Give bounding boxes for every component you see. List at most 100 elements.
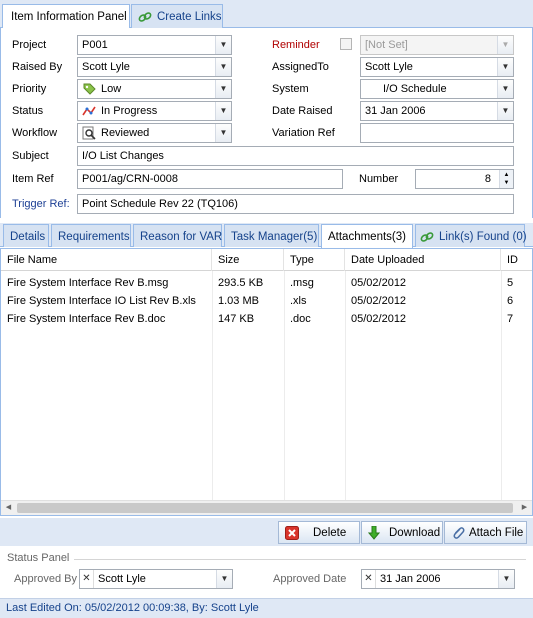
scroll-left-icon[interactable]: ◀ xyxy=(1,501,16,515)
tab-attachments[interactable]: Attachments(3) xyxy=(321,224,413,248)
date-raised-value: 31 Jan 2006 xyxy=(365,105,426,117)
tab-label: Details xyxy=(10,231,46,243)
chevron-down-icon[interactable]: ▼ xyxy=(215,80,231,98)
tab-create-links[interactable]: Create Links xyxy=(131,4,223,28)
tab-details[interactable]: Details xyxy=(3,224,49,247)
chevron-down-icon[interactable]: ▼ xyxy=(498,570,514,588)
grid-header: File Name Size Type Date Uploaded ID xyxy=(1,249,532,271)
status-bar: Last Edited On: 05/02/2012 00:09:38, By:… xyxy=(0,598,533,618)
reminder-checkbox[interactable] xyxy=(340,38,352,50)
reminder-combo[interactable]: [Not Set] ▼ xyxy=(360,35,514,55)
project-value: P001 xyxy=(82,39,108,51)
column-header-type[interactable]: Type xyxy=(284,249,345,271)
progress-chart-icon xyxy=(82,106,96,116)
cell-date-uploaded: 05/02/2012 xyxy=(351,313,407,325)
cell-type: .msg xyxy=(290,277,314,289)
cell-size: 147 KB xyxy=(218,313,255,325)
column-header-date-uploaded[interactable]: Date Uploaded xyxy=(345,249,501,271)
tab-links-found[interactable]: Link(s) Found (0) xyxy=(415,224,527,247)
approved-by-combo[interactable]: ✕ Scott Lyle ▼ xyxy=(79,569,233,589)
table-row[interactable]: Fire System Interface Rev B.msg 293.5 KB… xyxy=(1,274,532,292)
scrollbar-thumb[interactable] xyxy=(17,503,513,513)
approved-date-label: Approved Date xyxy=(273,573,347,585)
delete-label: Delete xyxy=(313,527,347,540)
horizontal-scrollbar[interactable]: ◀ ▶ xyxy=(1,500,532,515)
cell-date-uploaded: 05/02/2012 xyxy=(351,277,407,289)
item-ref-label: Item Ref xyxy=(12,173,54,185)
cell-date-uploaded: 05/02/2012 xyxy=(351,295,407,307)
detail-tab-strip: Details Requirements Reason for VAR Task… xyxy=(0,223,533,248)
chevron-down-icon[interactable]: ▼ xyxy=(497,36,513,54)
raised-by-combo[interactable]: Scott Lyle ▼ xyxy=(77,57,232,77)
trigger-ref-input[interactable]: Point Schedule Rev 22 (TQ106) xyxy=(77,194,514,214)
divider xyxy=(74,559,526,560)
chevron-down-icon[interactable]: ▼ xyxy=(497,58,513,76)
project-label: Project xyxy=(12,39,47,51)
attach-file-button[interactable]: Attach File xyxy=(444,521,527,544)
assigned-to-combo[interactable]: Scott Lyle ▼ xyxy=(360,57,514,77)
system-label: System xyxy=(272,83,309,95)
tab-label: Link(s) Found (0) xyxy=(439,231,527,244)
chevron-down-icon[interactable]: ▼ xyxy=(215,36,231,54)
download-button[interactable]: Download xyxy=(361,521,443,544)
project-combo[interactable]: P001 ▼ xyxy=(77,35,232,55)
cell-size: 1.03 MB xyxy=(218,295,259,307)
chevron-down-icon[interactable]: ▼ xyxy=(497,80,513,98)
system-value: I/O Schedule xyxy=(383,83,447,95)
clear-icon[interactable]: ✕ xyxy=(80,570,94,588)
cell-type: .xls xyxy=(290,295,307,307)
magnifier-icon xyxy=(82,126,96,140)
column-header-file-name[interactable]: File Name xyxy=(1,249,212,271)
variation-ref-label: Variation Ref xyxy=(272,127,335,139)
chevron-down-icon[interactable]: ▼ xyxy=(215,102,231,120)
tab-label: Task Manager(5) xyxy=(231,231,318,243)
raised-by-label: Raised By xyxy=(12,61,63,73)
chain-link-icon xyxy=(420,232,434,242)
status-combo[interactable]: In Progress ▼ xyxy=(77,101,232,121)
item-ref-input[interactable]: P001/ag/CRN-0008 xyxy=(77,169,343,189)
last-edited-text: Last Edited On: 05/02/2012 00:09:38, By:… xyxy=(6,602,259,614)
tab-reason-for-var[interactable]: Reason for VAR xyxy=(133,224,222,247)
priority-combo[interactable]: Low ▼ xyxy=(77,79,232,99)
workflow-label: Workflow xyxy=(12,127,58,139)
chevron-down-icon[interactable]: ▼ xyxy=(216,570,232,588)
approved-date-value: 31 Jan 2006 xyxy=(380,573,441,585)
item-ref-value: P001/ag/CRN-0008 xyxy=(82,173,179,185)
download-arrow-icon xyxy=(368,526,380,540)
paperclip-icon xyxy=(453,527,465,539)
chevron-down-icon[interactable]: ▼ xyxy=(497,102,513,120)
attachment-toolbar: Delete Download Attach File xyxy=(0,518,533,546)
subject-input[interactable]: I/O List Changes xyxy=(77,146,514,166)
number-label: Number xyxy=(359,173,399,185)
cell-id: 7 xyxy=(507,313,514,325)
system-combo[interactable]: I/O Schedule ▼ xyxy=(360,79,514,99)
delete-button[interactable]: Delete xyxy=(278,521,360,544)
clear-icon[interactable]: ✕ xyxy=(362,570,376,588)
tab-requirements[interactable]: Requirements xyxy=(51,224,131,247)
spin-arrows-icon[interactable]: ▲ ▼ xyxy=(499,170,513,188)
column-header-size[interactable]: Size xyxy=(212,249,284,271)
table-row[interactable]: Fire System Interface Rev B.doc 147 KB .… xyxy=(1,310,532,328)
chevron-down-icon[interactable]: ▼ xyxy=(215,58,231,76)
number-spinner[interactable]: 8 ▲ ▼ xyxy=(415,169,514,189)
workflow-combo[interactable]: Reviewed ▼ xyxy=(77,123,232,143)
column-header-id[interactable]: ID xyxy=(501,249,532,271)
subject-label: Subject xyxy=(12,150,49,162)
status-panel: Status Panel Approved By ✕ Scott Lyle ▼ … xyxy=(0,549,533,596)
approved-by-value: Scott Lyle xyxy=(98,573,146,585)
table-row[interactable]: Fire System Interface IO List Rev B.xls … xyxy=(1,292,532,310)
status-value: In Progress xyxy=(101,104,158,117)
subject-value: I/O List Changes xyxy=(82,150,164,162)
attach-file-label: Attach File xyxy=(469,527,524,540)
scroll-right-icon[interactable]: ▶ xyxy=(517,501,532,515)
variation-ref-input[interactable] xyxy=(360,123,514,143)
date-raised-combo[interactable]: 31 Jan 2006 ▼ xyxy=(360,101,514,121)
tab-item-information-panel[interactable]: Item Information Panel xyxy=(2,4,130,29)
approved-date-combo[interactable]: ✕ 31 Jan 2006 ▼ xyxy=(361,569,515,589)
tab-label: Create Links xyxy=(157,11,222,24)
tab-task-manager[interactable]: Task Manager(5) xyxy=(224,224,319,247)
date-raised-label: Date Raised xyxy=(272,105,333,117)
chevron-down-icon[interactable]: ▼ xyxy=(215,124,231,142)
trigger-ref-label: Trigger Ref: xyxy=(12,198,70,210)
cell-type: .doc xyxy=(290,313,311,325)
